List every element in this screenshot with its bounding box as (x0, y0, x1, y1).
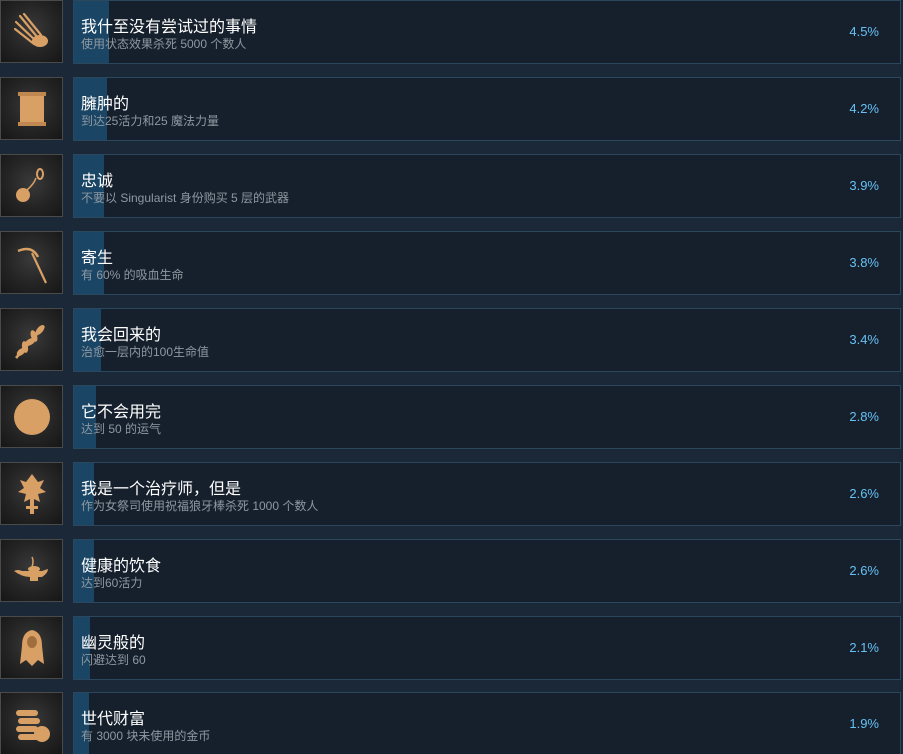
unlock-percentage: 2.1% (849, 640, 879, 655)
achievement-list: 我什至没有尝试过的事情 使用状态效果杀死 5000 个数人 4.5% 臃肿的 到… (0, 0, 903, 754)
achievement-panel[interactable]: 臃肿的 到达25活力和25 魔法力量 4.2% (73, 77, 901, 141)
achievement-icon (0, 385, 63, 448)
achievement-title: 忠诚 (81, 173, 114, 190)
achievement-title: 健康的饮食 (81, 558, 162, 575)
achievement-description: 不要以 Singularist 身份购买 5 层的武器 (81, 191, 290, 205)
achievement-description: 到达25活力和25 魔法力量 (81, 114, 220, 128)
unlock-percentage: 3.9% (849, 178, 879, 193)
achievement-description: 作为女祭司使用祝福狼牙棒杀死 1000 个数人 (81, 499, 319, 513)
achievement-icon (0, 539, 63, 602)
unlock-percentage: 3.4% (849, 332, 879, 347)
unlock-percentage: 4.5% (849, 24, 879, 39)
achievement-icon (0, 0, 63, 63)
achievement-description: 有 3000 块未使用的金币 (81, 729, 211, 743)
achievement-row: 世代财富 有 3000 块未使用的金币 1.9% (0, 692, 903, 754)
achievement-row: 健康的饮食 达到60活力 2.6% (0, 539, 903, 605)
achievement-row: 我会回来的 治愈一层内的100生命值 3.4% (0, 308, 903, 374)
achievement-panel[interactable]: 我会回来的 治愈一层内的100生命值 3.4% (73, 308, 901, 372)
achievement-row: 忠诚 不要以 Singularist 身份购买 5 层的武器 3.9% (0, 154, 903, 220)
achievement-panel[interactable]: 我是一个治疗师，但是 作为女祭司使用祝福狼牙棒杀死 1000 个数人 2.6% (73, 462, 901, 526)
achievement-icon (0, 77, 63, 140)
achievement-description: 治愈一层内的100生命值 (81, 345, 210, 359)
achievement-description: 达到 50 的运气 (81, 422, 162, 436)
achievement-icon (0, 308, 63, 371)
unlock-percentage: 1.9% (849, 716, 879, 731)
achievement-icon (0, 616, 63, 679)
achievement-title: 它不会用完 (81, 404, 162, 421)
achievement-panel[interactable]: 寄生 有 60% 的吸血生命 3.8% (73, 231, 901, 295)
claw-icon (13, 12, 48, 47)
achievement-title: 寄生 (81, 250, 114, 267)
coin-icon (14, 399, 50, 435)
scroll-icon (18, 92, 46, 126)
achievement-panel[interactable]: 它不会用完 达到 50 的运气 2.8% (73, 385, 901, 449)
achievement-row: 它不会用完 达到 50 的运气 2.8% (0, 385, 903, 451)
achievement-description: 使用状态效果杀死 5000 个数人 (81, 37, 247, 51)
scythe-icon (17, 247, 47, 284)
achievement-title: 世代财富 (81, 711, 146, 728)
achievement-icon (0, 231, 63, 294)
coins-icon (16, 710, 50, 742)
achievement-icon (0, 692, 63, 754)
unlock-percentage: 2.6% (849, 486, 879, 501)
achievement-panel[interactable]: 健康的饮食 达到60活力 2.6% (73, 539, 901, 603)
lamp-icon (14, 556, 48, 581)
unlock-percentage: 3.8% (849, 255, 879, 270)
achievement-row: 我什至没有尝试过的事情 使用状态效果杀死 5000 个数人 4.5% (0, 0, 903, 66)
ghost-icon (20, 630, 44, 666)
achievement-panel[interactable]: 我什至没有尝试过的事情 使用状态效果杀死 5000 个数人 4.5% (73, 0, 901, 64)
achievement-title: 我会回来的 (81, 327, 162, 344)
wheat-icon (15, 325, 45, 359)
achievement-title: 我是一个治疗师，但是 (81, 481, 242, 498)
mace-icon (18, 474, 46, 514)
achievement-title: 幽灵般的 (81, 635, 146, 652)
achievement-row: 寄生 有 60% 的吸血生命 3.8% (0, 231, 903, 297)
achievement-icon (0, 462, 63, 525)
achievement-row: 幽灵般的 闪避达到 60 2.1% (0, 616, 903, 682)
achievement-panel[interactable]: 幽灵般的 闪避达到 60 2.1% (73, 616, 901, 680)
unlock-percentage: 4.2% (849, 101, 879, 116)
achievement-description: 达到60活力 (81, 576, 143, 590)
flail-icon (16, 168, 44, 202)
achievement-panel[interactable]: 忠诚 不要以 Singularist 身份购买 5 层的武器 3.9% (73, 154, 901, 218)
achievement-title: 我什至没有尝试过的事情 (81, 19, 258, 36)
unlock-percentage: 2.6% (849, 563, 879, 578)
achievement-title: 臃肿的 (81, 96, 130, 113)
achievement-icon (0, 154, 63, 217)
achievement-row: 臃肿的 到达25活力和25 魔法力量 4.2% (0, 77, 903, 143)
achievement-description: 闪避达到 60 (81, 653, 146, 667)
achievement-description: 有 60% 的吸血生命 (81, 268, 184, 282)
unlock-percentage: 2.8% (849, 409, 879, 424)
achievement-row: 我是一个治疗师，但是 作为女祭司使用祝福狼牙棒杀死 1000 个数人 2.6% (0, 462, 903, 528)
achievement-panel[interactable]: 世代财富 有 3000 块未使用的金币 1.9% (73, 692, 901, 754)
